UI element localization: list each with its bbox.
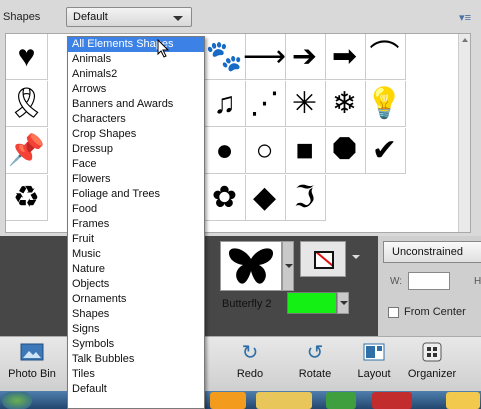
layout-button[interactable]: Layout bbox=[352, 340, 396, 390]
grid-scrollbar[interactable] bbox=[458, 34, 470, 232]
redo-label: Redo bbox=[236, 368, 264, 380]
organizer-button[interactable]: Organizer bbox=[402, 340, 462, 390]
taskbar-app-icon[interactable] bbox=[210, 392, 246, 409]
panel-menu-icon[interactable]: ▾≡ bbox=[459, 11, 471, 24]
dropdown-option[interactable]: Default bbox=[68, 382, 204, 397]
height-label: H bbox=[474, 276, 481, 287]
from-center-checkbox[interactable] bbox=[388, 307, 399, 318]
redo-icon: ↻ bbox=[241, 341, 259, 364]
redo-button[interactable]: ↻ Redo bbox=[230, 340, 270, 390]
width-field[interactable] bbox=[408, 272, 450, 290]
fill-color-swatch[interactable] bbox=[287, 292, 337, 314]
shape-cell[interactable]: ➡ bbox=[324, 34, 366, 80]
width-label: W: bbox=[390, 276, 403, 287]
shape-name-label: Butterfly 2 bbox=[222, 298, 272, 310]
shapes-label: Shapes bbox=[3, 11, 41, 23]
current-shape-preview[interactable] bbox=[220, 241, 282, 291]
shape-cell[interactable]: 🎗 bbox=[6, 81, 48, 127]
dropdown-option[interactable]: Flowers bbox=[68, 172, 204, 187]
photo-bin-button[interactable]: Photo Bin bbox=[2, 340, 62, 390]
organizer-label: Organizer bbox=[407, 368, 457, 380]
dropdown-option[interactable]: Animals2 bbox=[68, 67, 204, 82]
dropdown-option[interactable]: Music bbox=[68, 247, 204, 262]
no-style-icon bbox=[314, 251, 334, 269]
chevron-down-icon bbox=[173, 16, 183, 21]
layout-label: Layout bbox=[357, 368, 391, 380]
shape-cell[interactable]: ❄ bbox=[324, 81, 366, 127]
dropdown-option[interactable]: Animals bbox=[68, 52, 204, 67]
dropdown-option[interactable]: Nature bbox=[68, 262, 204, 277]
dropdown-option[interactable]: Shapes bbox=[68, 307, 204, 322]
shape-cell[interactable]: 💡 bbox=[364, 81, 406, 127]
dropdown-option[interactable]: Fruit bbox=[68, 232, 204, 247]
shape-picker-dropdown[interactable] bbox=[282, 241, 294, 291]
dropdown-option[interactable]: Frames bbox=[68, 217, 204, 232]
dropdown-option[interactable]: Symbols bbox=[68, 337, 204, 352]
shapes-set-value: Default bbox=[73, 11, 108, 23]
dropdown-option[interactable]: Arrows bbox=[68, 82, 204, 97]
shape-cell[interactable]: ○ bbox=[244, 128, 286, 174]
dropdown-option[interactable]: Signs bbox=[68, 322, 204, 337]
scroll-up-icon[interactable] bbox=[462, 38, 468, 42]
taskbar-app-icon[interactable] bbox=[372, 392, 412, 409]
style-picker[interactable] bbox=[300, 241, 346, 277]
dropdown-option[interactable]: Dressup bbox=[68, 142, 204, 157]
shape-cell[interactable]: ⋰ bbox=[244, 81, 286, 127]
shape-cell[interactable]: ✔ bbox=[364, 128, 406, 174]
shape-cell[interactable]: ■ bbox=[284, 128, 326, 174]
shape-cell[interactable]: ➔ bbox=[284, 34, 326, 80]
shape-cell[interactable]: ✿ bbox=[204, 175, 246, 221]
shape-cell[interactable]: ⟶ bbox=[243, 34, 286, 80]
shape-cell[interactable]: ⯃ bbox=[324, 128, 366, 174]
start-button-icon[interactable] bbox=[2, 392, 32, 409]
constraint-select[interactable]: Unconstrained bbox=[383, 241, 481, 263]
shape-cell[interactable]: ℑ bbox=[284, 175, 326, 221]
shape-cell[interactable]: ◆ bbox=[244, 175, 286, 221]
butterfly-icon bbox=[228, 248, 274, 284]
dropdown-option[interactable]: Foliage and Trees bbox=[68, 187, 204, 202]
dropdown-option[interactable]: All Elements Shapes bbox=[68, 37, 204, 52]
color-picker-dropdown[interactable] bbox=[337, 292, 349, 314]
shape-cell[interactable]: ✳ bbox=[284, 81, 326, 127]
shapes-set-select[interactable]: Default bbox=[66, 7, 192, 27]
style-picker-dropdown[interactable] bbox=[350, 241, 362, 277]
shape-cell[interactable]: ♥ bbox=[6, 34, 48, 80]
excel-icon[interactable] bbox=[326, 392, 356, 409]
rotate-icon: ↺ bbox=[306, 341, 324, 364]
rotate-button[interactable]: ↺ Rotate bbox=[290, 340, 340, 390]
rotate-label: Rotate bbox=[298, 368, 332, 380]
layout-icon bbox=[361, 340, 387, 364]
dropdown-option[interactable]: Food bbox=[68, 202, 204, 217]
organizer-icon bbox=[419, 340, 445, 364]
shape-cell[interactable]: ⌒ bbox=[364, 34, 406, 80]
shape-cell[interactable]: ● bbox=[204, 128, 246, 174]
shapes-set-dropdown-list: All Elements Shapes Animals Animals2 Arrows… bbox=[67, 36, 205, 409]
dropdown-option[interactable]: Characters bbox=[68, 112, 204, 127]
geometry-options: Unconstrained W: H From Center bbox=[378, 236, 481, 336]
dropdown-option[interactable]: Face bbox=[68, 157, 204, 172]
shape-cell[interactable]: 🐾 bbox=[204, 34, 246, 80]
dropdown-option[interactable]: Objects bbox=[68, 277, 204, 292]
taskbar-app-icon[interactable] bbox=[446, 392, 480, 409]
shape-cell[interactable]: 📌 bbox=[6, 128, 48, 174]
shape-cell[interactable]: ♫ bbox=[204, 81, 246, 127]
dropdown-option[interactable]: Talk Bubbles bbox=[68, 352, 204, 367]
photo-bin-icon bbox=[19, 340, 45, 364]
folder-icon[interactable] bbox=[256, 392, 312, 409]
dropdown-option[interactable]: Banners and Awards bbox=[68, 97, 204, 112]
from-center-label: From Center bbox=[404, 306, 466, 318]
shape-cell[interactable]: ♻ bbox=[6, 175, 48, 221]
mouse-cursor-icon bbox=[157, 39, 170, 58]
photo-bin-label: Photo Bin bbox=[8, 368, 56, 380]
dropdown-option[interactable]: Tiles bbox=[68, 367, 204, 382]
dropdown-option[interactable]: Crop Shapes bbox=[68, 127, 204, 142]
dropdown-option[interactable]: Ornaments bbox=[68, 292, 204, 307]
